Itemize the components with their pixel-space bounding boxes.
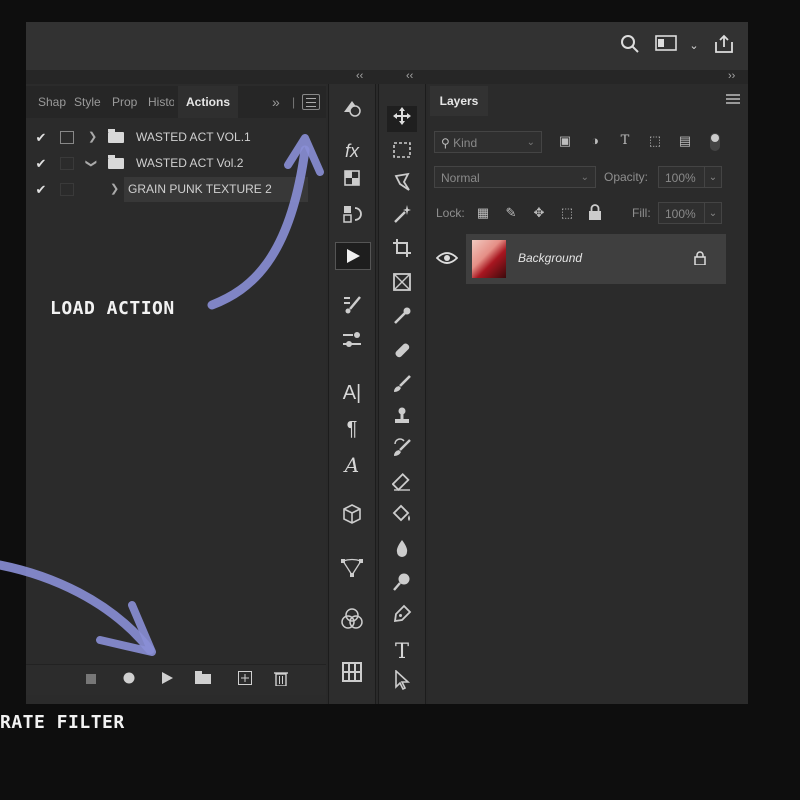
arrow-to-panel-menu-icon [207,145,310,310]
arrow-to-play-icon [0,560,155,655]
generate-filter-annotation: RATE FILTER [0,712,125,733]
annotation-arrows [0,134,324,656]
load-action-annotation: LOAD ACTION [50,298,175,319]
